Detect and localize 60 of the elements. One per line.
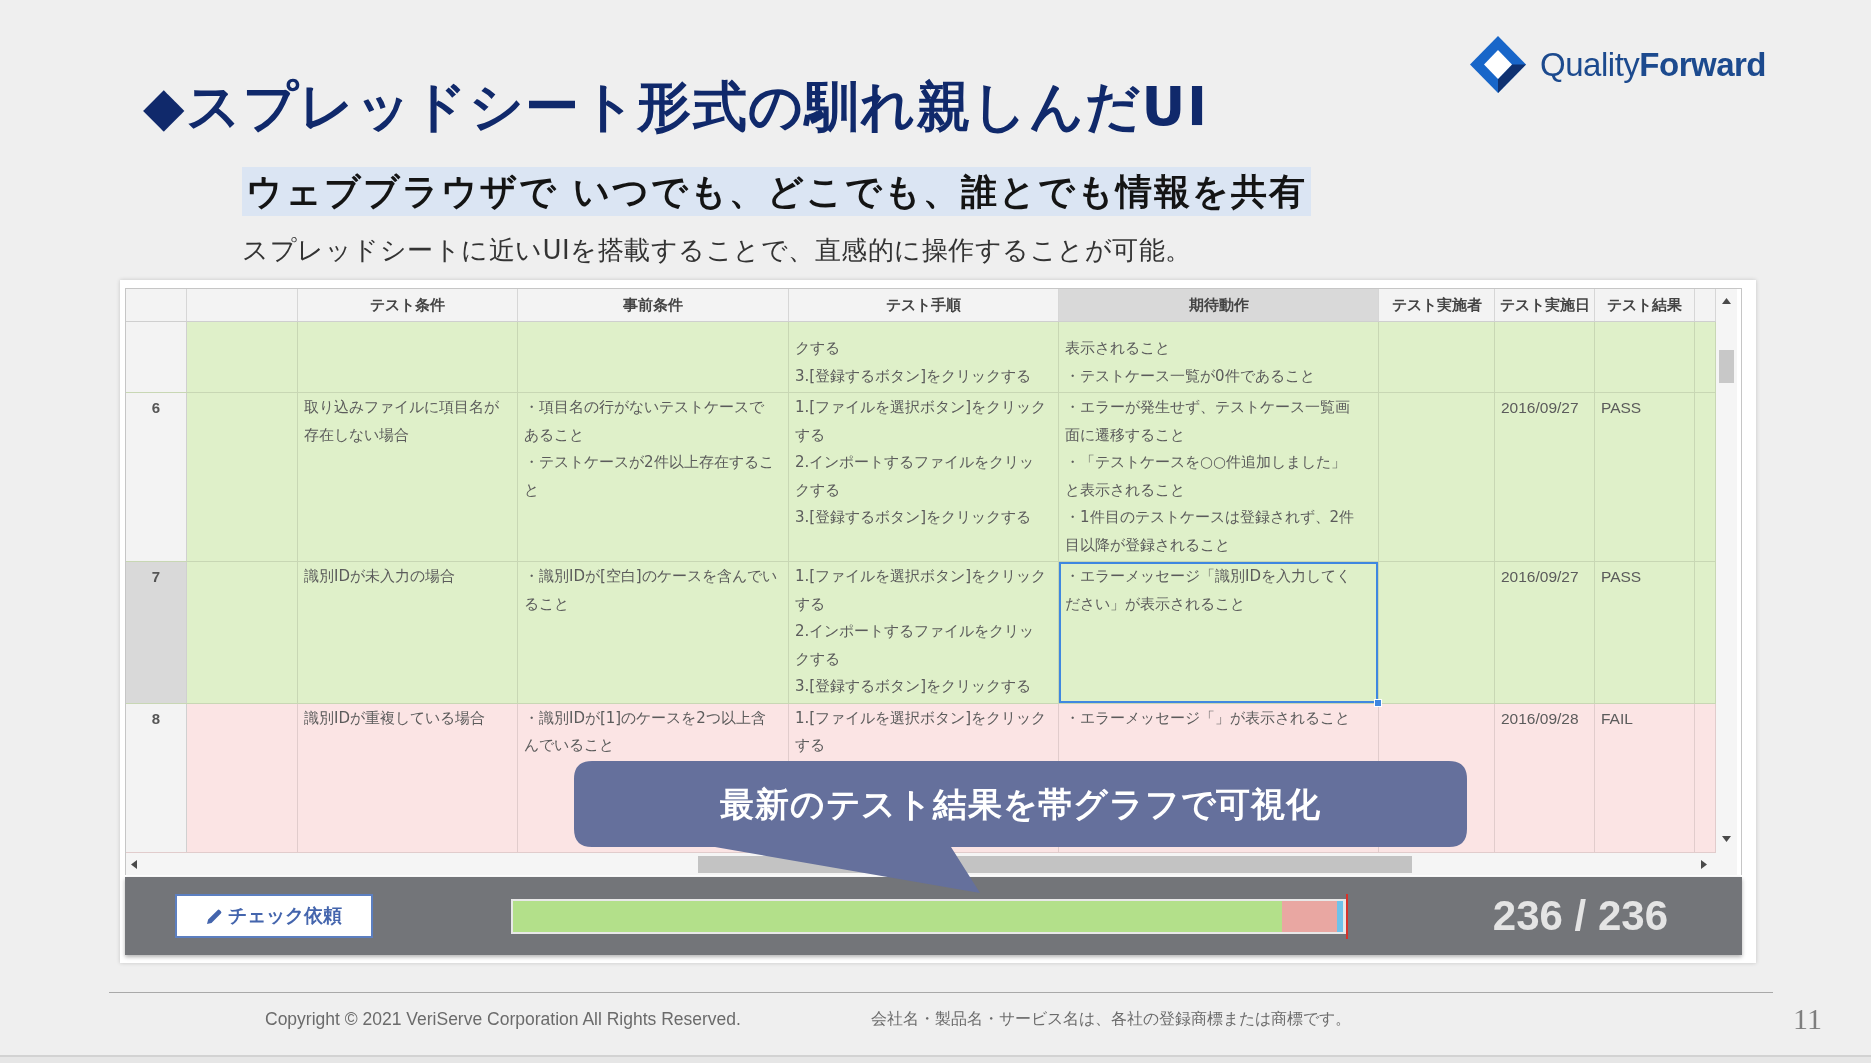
callout-text: 最新のテスト結果を帯グラフで可視化 <box>720 783 1321 825</box>
cell-text: 表示されること <box>1065 338 1170 359</box>
scrollbar-thumb[interactable] <box>1719 350 1734 383</box>
column-header[interactable]: テスト実施日 <box>1495 289 1595 321</box>
cell-text: クする <box>795 338 840 359</box>
column-header[interactable]: テスト実施者 <box>1379 289 1495 321</box>
column-header[interactable]: 事前条件 <box>518 289 789 321</box>
description-text: スプレッドシートに近いUIを搭載することで、直感的に操作することが可能。 <box>242 235 1192 265</box>
cell-text: PASS <box>1601 567 1642 587</box>
cell-text: 2016/09/27 <box>1501 398 1579 418</box>
cell-text: 取り込みファイルに項目名が存在しない場合 <box>304 397 500 446</box>
selected-cell[interactable]: ・エラーメッセージ「識別IDを入力してください」が表示されること <box>1059 562 1379 703</box>
cell-text: 2016/09/28 <box>1501 708 1579 729</box>
row-header[interactable]: 6 <box>126 393 187 561</box>
page-number: 11 <box>1793 1002 1822 1036</box>
cell-text: 1.[ファイルを選択ボタン]をクリックする <box>795 566 1047 615</box>
row-header[interactable]: 7 <box>126 562 187 703</box>
diamond-logo-icon <box>1470 36 1527 93</box>
cell-text: 1.[ファイルを選択ボタン]をクリックする <box>795 397 1047 446</box>
check-request-button[interactable]: チェック依頼 <box>175 894 373 938</box>
cell-text: 1.[ファイルを選択ボタン]をクリックする <box>795 707 1047 756</box>
column-header[interactable]: 期待動作 <box>1059 289 1379 321</box>
cell-text: ・エラーメッセージ「」が表示されること <box>1065 707 1350 729</box>
trademark-notice: 会社名・製品名・サービス名は、各社の登録商標または商標です。 <box>870 1008 1351 1030</box>
column-header[interactable]: テスト結果 <box>1595 289 1695 321</box>
horizontal-scrollbar[interactable] <box>126 853 1737 875</box>
pencil-icon <box>206 908 222 924</box>
cell-text: 2016/09/27 <box>1501 567 1579 587</box>
column-header[interactable]: テスト条件 <box>298 289 518 321</box>
cell-text: ・1件目のテストケースは登録されず、2件目以降が登録されること <box>1065 507 1356 556</box>
cell-text: ・テストケースが2件以上存在すること <box>524 452 775 501</box>
result-count: 236 / 236 <box>1492 892 1668 940</box>
logo-text: QualityForward <box>1540 45 1766 84</box>
cell-text: ・識別IDが[空白]のケースを含んでいること <box>524 566 778 615</box>
cell-text: 2.インポートするファイルをクリックする <box>795 621 1036 670</box>
cell-text: 2.インポートするファイルをクリックする <box>795 452 1036 501</box>
cell-text: ・テストケース一覧が0件であること <box>1065 365 1315 387</box>
cell-text: 3.[登録するボタン]をクリックする <box>795 365 1031 387</box>
slide-title: ◆スプレッドシート形式の馴れ親しんだUI <box>143 76 1209 138</box>
marker-line-icon <box>1346 893 1348 939</box>
cell-text: 識別IDが重複している場合 <box>304 707 485 729</box>
cell-text: FAIL <box>1601 708 1633 729</box>
left-arrow-icon[interactable] <box>131 859 137 869</box>
cell-text: PASS <box>1601 398 1642 418</box>
cell-text: 識別IDが未入力の場合 <box>304 566 455 587</box>
cell-text: ・エラーメッセージ「識別IDを入力してください」が表示されること <box>1065 566 1352 615</box>
row-header[interactable]: 8 <box>126 703 187 852</box>
up-arrow-icon[interactable] <box>1722 298 1731 304</box>
down-arrow-icon[interactable] <box>1722 836 1731 842</box>
cell-text: ・エラーが発生せず、テストケース一覧画面に遷移すること <box>1065 397 1351 446</box>
cell-text: 3.[登録するボタン]をクリックする <box>795 676 1031 697</box>
selection-handle-icon[interactable] <box>1374 698 1382 707</box>
copyright-text: Copyright © 2021 VeriServe Corporation All Rights Reserved. <box>265 1008 741 1030</box>
vertical-scrollbar[interactable] <box>1716 289 1737 853</box>
cell-text: 3.[登録するボタン]をクリックする <box>795 507 1031 528</box>
cell-text: ・「テストケースを○○件追加しました」と表示されること <box>1065 452 1348 501</box>
subtitle: ウェブブラウザで いつでも、どこでも、誰とでも情報を共有 <box>242 167 1311 216</box>
cell-text: ・識別IDが[1]のケースを2つ以上含んでいること <box>524 707 767 756</box>
cell-text: ・項目名の行がないテストケースであること <box>524 397 765 446</box>
right-arrow-icon[interactable] <box>1701 859 1707 869</box>
